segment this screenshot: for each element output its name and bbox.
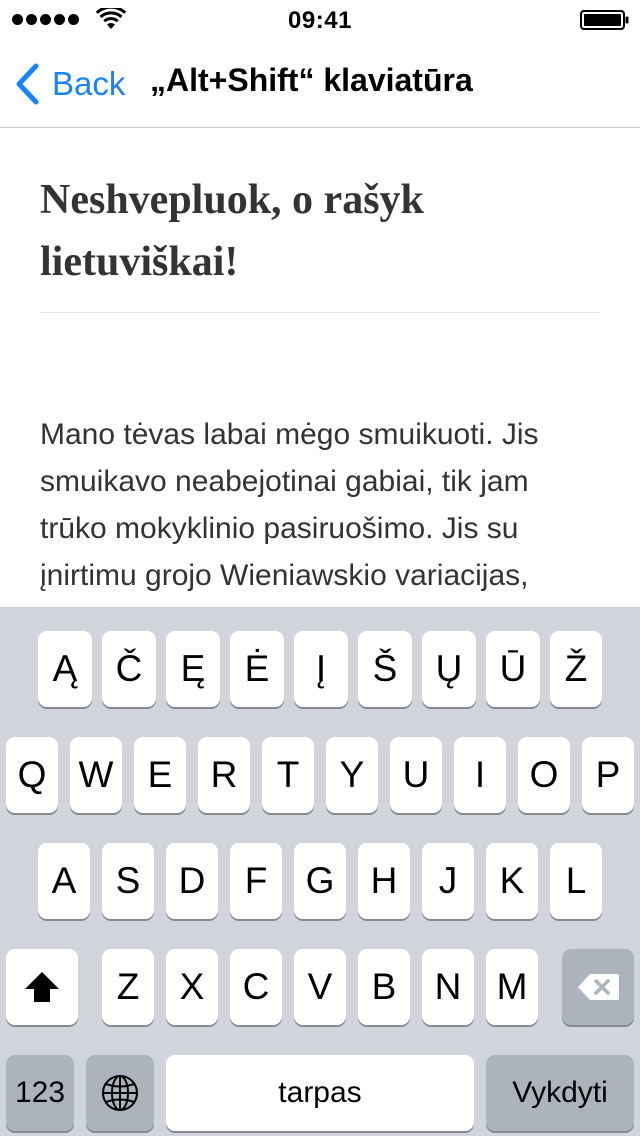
battery-icon bbox=[580, 10, 629, 30]
backspace-key[interactable] bbox=[562, 949, 634, 1025]
shift-icon bbox=[25, 972, 59, 1002]
key-z-caron[interactable]: Ž bbox=[550, 631, 602, 707]
key-q[interactable]: Q bbox=[6, 737, 58, 813]
shift-key[interactable] bbox=[6, 949, 78, 1025]
key-e-ogonek[interactable]: Ę bbox=[166, 631, 220, 707]
numbers-key[interactable]: 123 bbox=[6, 1055, 74, 1131]
backspace-icon bbox=[578, 974, 619, 1000]
key-d[interactable]: D bbox=[166, 843, 218, 919]
key-l[interactable]: L bbox=[550, 843, 602, 919]
key-v[interactable]: V bbox=[294, 949, 346, 1025]
key-h[interactable]: H bbox=[358, 843, 410, 919]
key-a-ogonek[interactable]: Ą bbox=[38, 631, 92, 707]
key-u-ogonek[interactable]: Ų bbox=[422, 631, 476, 707]
keyboard: Ą Č Ę Ė Į Š Ų Ū Ž Q W E R T Y U I O P A … bbox=[0, 607, 640, 1136]
article-title: Neshvepluok, o rašyk lietuviškai! bbox=[40, 177, 424, 285]
space-key[interactable]: tarpas bbox=[166, 1055, 474, 1131]
key-k[interactable]: K bbox=[486, 843, 538, 919]
key-w[interactable]: W bbox=[70, 737, 122, 813]
key-s-caron[interactable]: Š bbox=[358, 631, 412, 707]
key-x[interactable]: X bbox=[166, 949, 218, 1025]
key-i-ogonek[interactable]: Į bbox=[294, 631, 348, 707]
key-a[interactable]: A bbox=[38, 843, 90, 919]
key-i[interactable]: I bbox=[454, 737, 506, 813]
key-z[interactable]: Z bbox=[102, 949, 154, 1025]
globe-icon bbox=[102, 1075, 138, 1111]
key-g[interactable]: G bbox=[294, 843, 346, 919]
key-c[interactable]: C bbox=[230, 949, 282, 1025]
key-e[interactable]: E bbox=[134, 737, 186, 813]
key-m[interactable]: M bbox=[486, 949, 538, 1025]
key-j[interactable]: J bbox=[422, 843, 474, 919]
key-f[interactable]: F bbox=[230, 843, 282, 919]
key-s[interactable]: S bbox=[102, 843, 154, 919]
divider bbox=[40, 312, 600, 313]
key-r[interactable]: R bbox=[198, 737, 250, 813]
back-button-label: Back bbox=[52, 65, 126, 102]
globe-key[interactable] bbox=[86, 1055, 154, 1131]
back-button[interactable]: Back bbox=[14, 60, 125, 108]
key-t[interactable]: T bbox=[262, 737, 314, 813]
nav-title: „Alt+Shift“ klaviatūra bbox=[150, 62, 473, 98]
status-time: 09:41 bbox=[288, 7, 352, 34]
key-u-macron[interactable]: Ū bbox=[486, 631, 540, 707]
key-n[interactable]: N bbox=[422, 949, 474, 1025]
key-e-dot[interactable]: Ė bbox=[230, 631, 284, 707]
key-y[interactable]: Y bbox=[326, 737, 378, 813]
key-p[interactable]: P bbox=[582, 737, 634, 813]
key-u[interactable]: U bbox=[390, 737, 442, 813]
key-b[interactable]: B bbox=[358, 949, 410, 1025]
key-c-caron[interactable]: Č bbox=[102, 631, 156, 707]
navigation-bar: Back „Alt+Shift“ klaviatūra bbox=[0, 40, 640, 128]
article-body-text[interactable]: Mano tėvas labai mėgo smuikuoti. Jis smu… bbox=[40, 411, 600, 599]
chevron-left-icon bbox=[16, 63, 39, 105]
key-o[interactable]: O bbox=[518, 737, 570, 813]
status-bar: 09:41 bbox=[0, 0, 640, 40]
return-key[interactable]: Vykdyti bbox=[486, 1055, 634, 1131]
article-content[interactable]: Neshvepluok, o rašyk lietuviškai! Mano t… bbox=[0, 129, 640, 607]
